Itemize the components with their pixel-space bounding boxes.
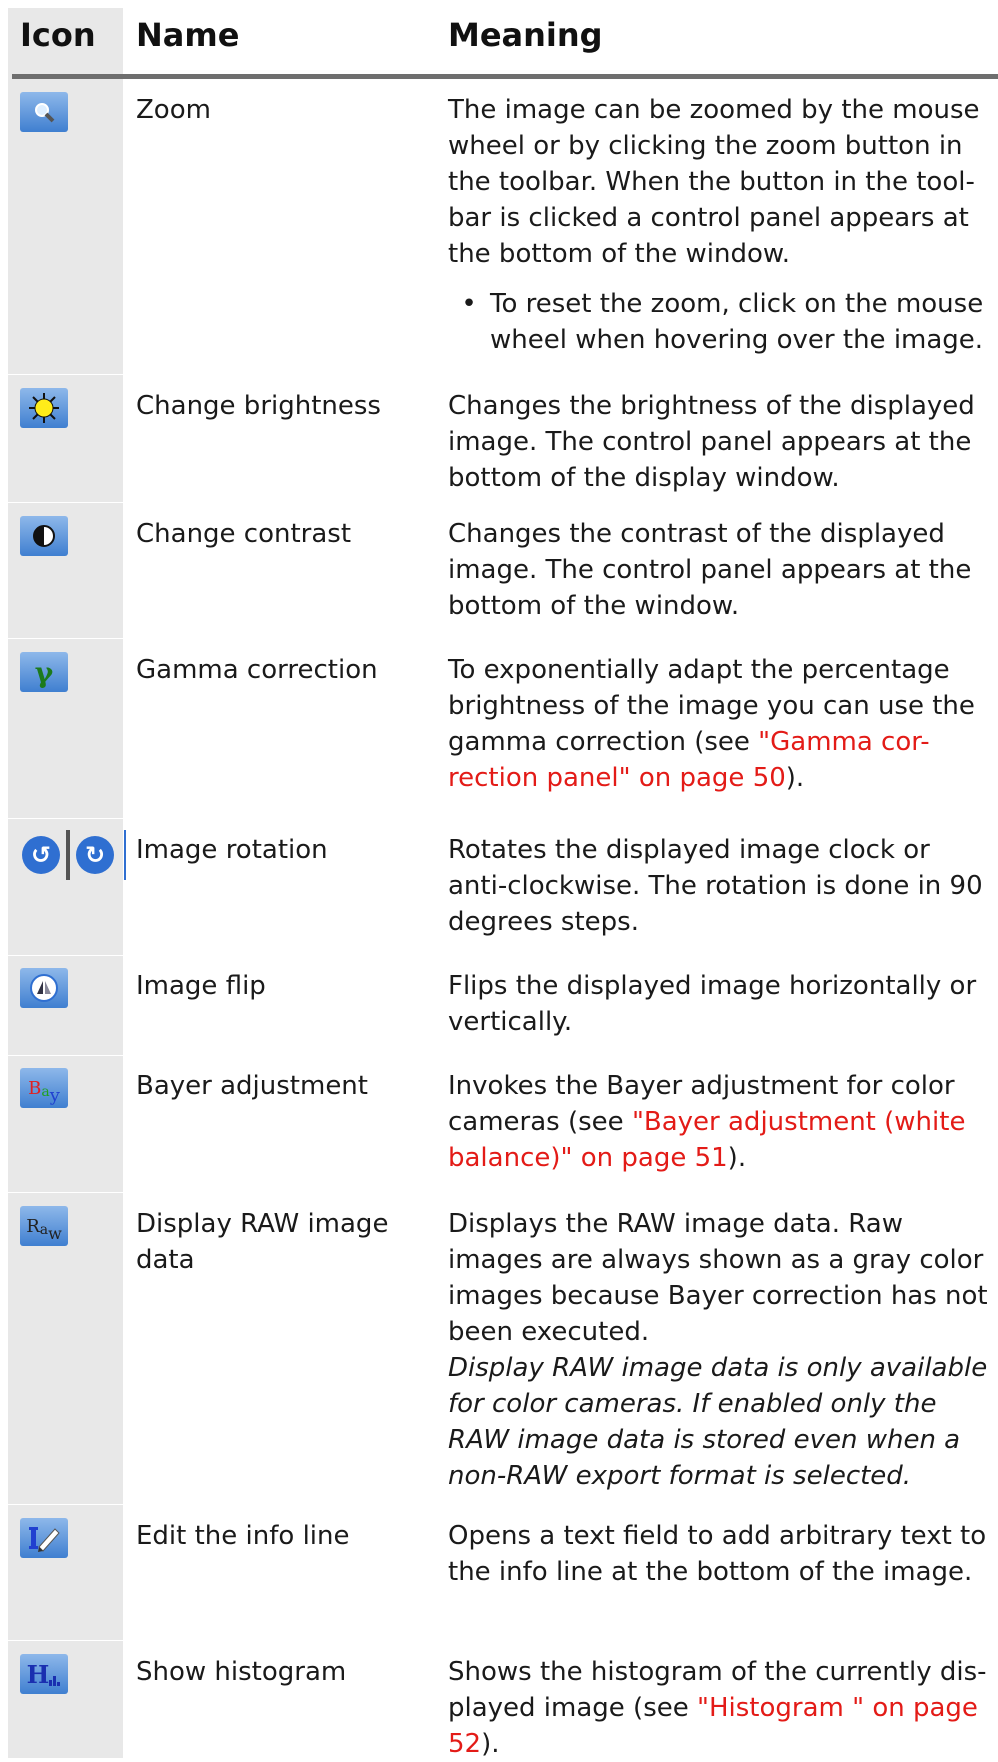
meaning-text-end: ). [727,1143,747,1173]
row-divider [0,1640,998,1641]
row-meaning-flip: Flips the displayed image horizontally o… [448,971,977,1037]
row-divider [0,1504,998,1505]
row-divider [0,374,998,375]
row-name-brightness: Change brightness [136,391,381,421]
row-name-histogram: Show histogram [136,1657,347,1687]
header-rule [12,74,998,79]
icon-column-background [8,8,123,1758]
rotate-anticlockwise-icon: ↺ [22,836,60,874]
row-name-bayer: Bayer adjustment [136,1071,368,1101]
bayer-icon: Bay [20,1068,68,1108]
histogram-icon: H [20,1654,68,1694]
rotate-clockwise-icon: ↻ [76,836,114,874]
raw-icon: Raw [20,1206,68,1246]
brightness-icon [20,388,68,428]
row-meaning-zoom: The image can be zoomed by the mouse whe… [448,92,988,358]
row-name-edit-info: Edit the info line [136,1521,350,1551]
bullet-dot: • [461,289,477,319]
meaning-text-end: ). [785,763,805,793]
row-divider [0,638,998,639]
row-meaning-edit-info: Opens a text field to add arbitrary text… [448,1521,987,1587]
flip-icon [20,968,68,1008]
zoom-icon [20,92,68,132]
row-name-rotation: Image rotation [136,835,328,865]
edit-info-icon [20,1518,68,1558]
header-meaning: Meaning [448,16,603,54]
bullet-item: • To reset the zoom, click on the mouse … [448,286,988,358]
row-name-raw: Display RAW image data [136,1209,389,1275]
meaning-note: Display RAW image data is only available… [448,1353,988,1491]
row-meaning-raw: Displays the RAW image data. Raw images … [448,1206,988,1494]
row-divider [0,955,998,956]
row-name-flip: Image flip [136,971,266,1001]
row-divider [0,502,998,503]
row-meaning-contrast: Changes the contrast of the displayed im… [448,519,972,621]
icon-divider [66,830,70,880]
header-icon: Icon [20,16,96,54]
icon-table: Icon Name Meaning Zoom The image can be … [0,0,998,1759]
row-meaning-gamma: To exponentially adapt the percentage br… [448,652,988,796]
contrast-icon [20,516,68,556]
meaning-text: Displays the RAW image data. Raw images … [448,1209,988,1347]
row-name-zoom: Zoom [136,95,211,125]
icon-edge [124,830,126,880]
row-meaning-brightness: Changes the brightness of the displayed … [448,391,975,493]
row-meaning-histogram: Shows the histogram of the currently dis… [448,1654,988,1762]
bullet-text: To reset the zoom, click on the mouse wh… [490,289,984,355]
row-name-gamma: Gamma correction [136,655,378,685]
gamma-icon: γ [20,652,68,692]
meaning-text: The image can be zoomed by the mouse whe… [448,95,980,269]
row-meaning-bayer: Invokes the Bayer adjustment for color c… [448,1068,988,1176]
row-name-contrast: Change contrast [136,519,352,549]
row-divider [0,818,998,819]
row-divider [0,1055,998,1056]
row-meaning-rotation: Rotates the displayed image clock or ant… [448,835,983,937]
row-divider [0,1192,998,1193]
meaning-text-end: ). [481,1729,500,1759]
header-name: Name [136,16,240,54]
